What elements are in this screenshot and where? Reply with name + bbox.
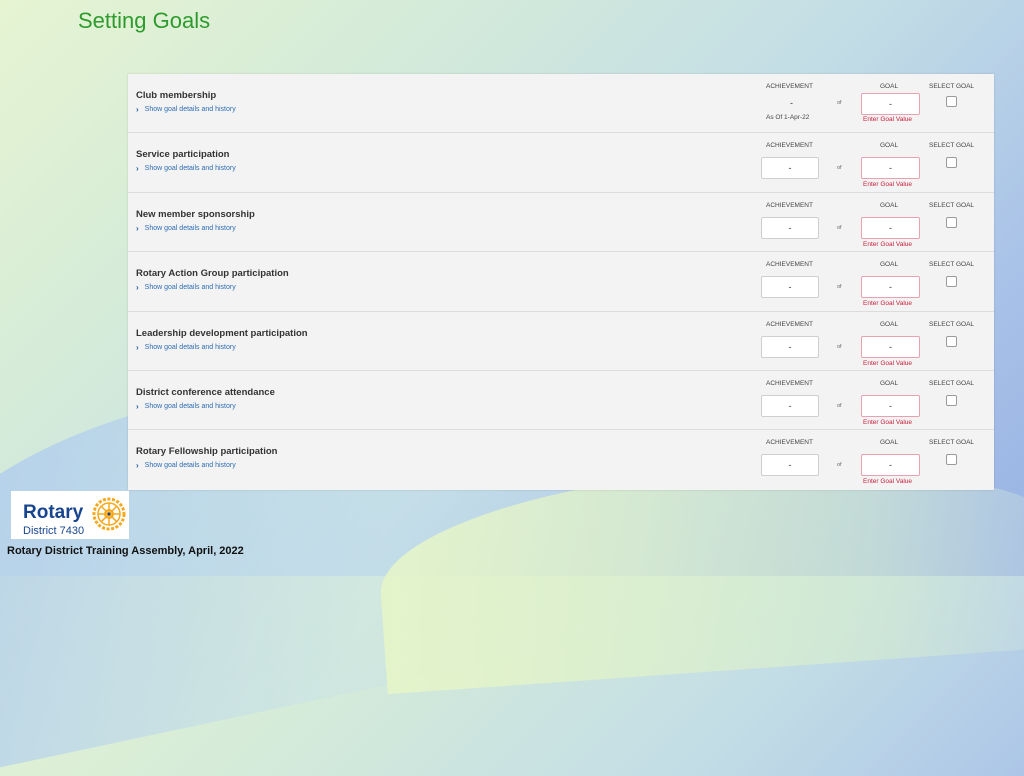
show-details-link[interactable]: › Show goal details and history (136, 461, 236, 470)
goal-input[interactable]: - (861, 93, 920, 115)
show-details-link[interactable]: › Show goal details and history (136, 224, 236, 233)
logo-district: District 7430 (23, 525, 85, 537)
achievement-header: ACHIEVEMENT (766, 201, 813, 209)
achievement-header: ACHIEVEMENT (766, 142, 813, 150)
of-label: of (837, 165, 842, 172)
select-goal-header: SELECT GOAL (929, 142, 975, 150)
goal-input[interactable]: - (861, 454, 920, 477)
goal-header: GOAL (880, 261, 899, 269)
select-goal-checkbox[interactable] (946, 454, 957, 466)
goal-input[interactable]: - (861, 276, 920, 299)
goal-error-text: Enter Goal Value (863, 181, 913, 189)
achievement-field: - (761, 276, 819, 299)
of-label: of (837, 284, 842, 291)
show-details-link[interactable]: › Show goal details and history (136, 343, 236, 352)
goal-header: GOAL (880, 142, 899, 150)
select-goal-checkbox[interactable] (946, 216, 957, 228)
of-label: of (837, 343, 842, 350)
goal-name: Service participation (136, 149, 230, 161)
achievement-header: ACHIEVEMENT (766, 261, 813, 269)
goal-header: GOAL (880, 439, 899, 447)
goal-input[interactable]: - (861, 216, 920, 239)
goal-name: District conference attendance (136, 386, 275, 398)
achievement-field: - (761, 394, 819, 417)
show-details-link[interactable]: › Show goal details and history (136, 283, 236, 292)
goal-name: Rotary Action Group participation (136, 268, 289, 280)
slide-title: Setting Goals (78, 8, 211, 33)
achievement-value: - (790, 98, 793, 108)
slide-footer: Rotary District Training Assembly, April… (7, 545, 244, 557)
goal-error-text: Enter Goal Value (863, 478, 913, 486)
select-goal-header: SELECT GOAL (929, 83, 975, 90)
goal-error-text: Enter Goal Value (863, 418, 913, 426)
logo-wordmark: Rotary (23, 502, 84, 523)
achievement-header: ACHIEVEMENT (766, 320, 813, 328)
select-goal-checkbox[interactable] (946, 96, 957, 107)
achievement-header: ACHIEVEMENT (766, 83, 813, 90)
chevron-right-icon: › (136, 105, 139, 114)
goal-row: Service participation › Show goal details… (128, 133, 994, 193)
goal-row: Rotary Fellowship participation › Show go… (128, 430, 994, 489)
select-goal-checkbox[interactable] (946, 394, 957, 406)
goal-input[interactable]: - (861, 394, 920, 417)
as-of-date: As Of 1-Apr-22 (766, 114, 810, 121)
goal-error-text: Enter Goal Value (863, 240, 913, 248)
goal-error-text: Enter Goal Value (863, 359, 913, 367)
of-label: of (837, 224, 842, 231)
select-goal-header: SELECT GOAL (929, 201, 975, 209)
goal-header: GOAL (880, 379, 899, 387)
chevron-right-icon: › (136, 342, 139, 352)
goals-panel: Club membership › Show goal details and h… (128, 74, 994, 490)
goal-name: Club membership (136, 90, 217, 101)
select-goal-checkbox[interactable] (946, 157, 957, 169)
achievement-field: - (761, 216, 819, 239)
goal-name: Leadership development participation (136, 327, 308, 339)
show-details-link[interactable]: › Show goal details and history (136, 402, 236, 411)
chevron-right-icon: › (136, 223, 139, 233)
rotary-wheel-icon (92, 497, 126, 531)
select-goal-header: SELECT GOAL (929, 261, 975, 269)
chevron-right-icon: › (136, 164, 139, 174)
chevron-right-icon: › (136, 461, 139, 471)
achievement-field: - (761, 157, 819, 180)
goal-row: Rotary Action Group participation › Show … (128, 252, 994, 312)
select-goal-checkbox[interactable] (946, 276, 957, 288)
show-details-link[interactable]: › Show goal details and history (136, 105, 236, 114)
achievement-field: - (761, 335, 819, 358)
goal-row: Leadership development participation › Sh… (128, 312, 994, 371)
select-goal-header: SELECT GOAL (929, 439, 975, 447)
goal-input[interactable]: - (861, 157, 920, 180)
goal-row: New member sponsorship › Show goal detail… (128, 193, 994, 253)
select-goal-checkbox[interactable] (946, 335, 957, 347)
achievement-header: ACHIEVEMENT (766, 379, 813, 387)
goal-error-text: Enter Goal Value (863, 116, 913, 123)
of-label: of (837, 100, 842, 106)
rotary-logo: Rotary District 7430 (11, 491, 129, 539)
goal-input[interactable]: - (861, 335, 920, 358)
chevron-right-icon: › (136, 283, 139, 293)
select-goal-header: SELECT GOAL (929, 379, 975, 387)
goal-row: District conference attendance › Show goa… (128, 371, 994, 431)
of-label: of (837, 462, 842, 469)
achievement-header: ACHIEVEMENT (766, 439, 813, 447)
goal-row: Club membership › Show goal details and h… (128, 74, 994, 134)
show-details-link[interactable]: › Show goal details and history (136, 164, 236, 173)
goal-header: GOAL (880, 201, 899, 209)
goal-name: New member sponsorship (136, 208, 255, 220)
select-goal-header: SELECT GOAL (929, 320, 975, 328)
goal-header: GOAL (880, 83, 899, 90)
goal-name: Rotary Fellowship participation (136, 446, 278, 458)
achievement-field: - (761, 454, 819, 477)
goal-error-text: Enter Goal Value (863, 300, 913, 308)
goal-header: GOAL (880, 320, 899, 328)
of-label: of (837, 402, 842, 409)
chevron-right-icon: › (136, 401, 139, 411)
